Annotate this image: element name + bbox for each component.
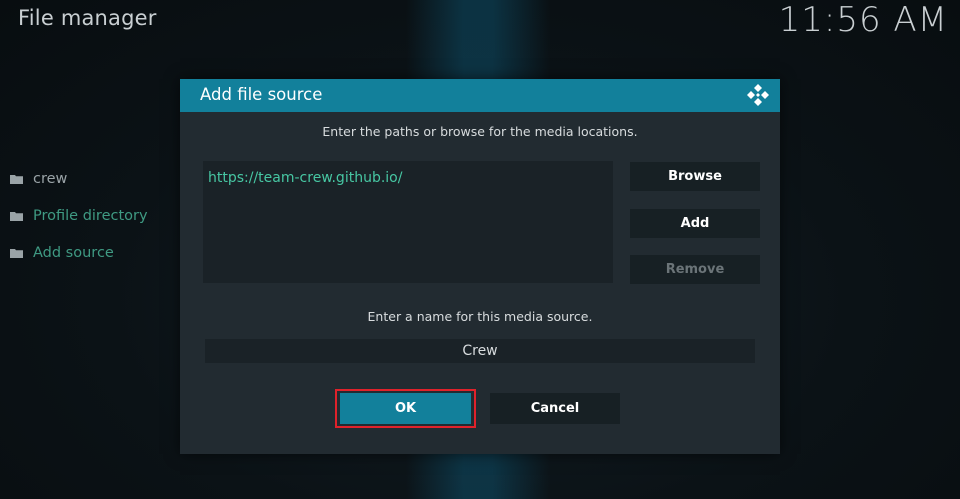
sidebar-item-crew[interactable]: crew [10,160,170,197]
ok-button[interactable]: OK [340,393,471,424]
sidebar-item-add-source[interactable]: Add source [10,234,170,271]
cancel-button[interactable]: Cancel [490,393,620,424]
dialog-title: Add file source [200,85,323,104]
name-instruction: Enter a name for this media source. [367,309,593,324]
add-button[interactable]: Add [630,209,760,238]
clock: 11:56 AM [778,0,948,40]
sidebar-item-profile-directory[interactable]: Profile directory [10,197,170,234]
screen: File manager 11:56 AM crew Profile direc… [0,0,960,499]
remove-button[interactable]: Remove [630,255,760,284]
dialog-header: Add file source [180,79,780,112]
sidebar: crew Profile directory Add source [10,160,170,271]
path-item[interactable]: https://team-crew.github.io/ [208,170,402,186]
path-list[interactable]: https://team-crew.github.io/ [203,161,613,283]
sidebar-item-label: Add source [33,244,114,261]
folder-icon [10,174,23,184]
add-file-source-dialog: Add file source Enter the paths or brows… [180,79,780,454]
browse-button[interactable]: Browse [630,162,760,191]
sidebar-item-label: crew [33,170,68,187]
folder-icon [10,248,23,258]
page-title: File manager [18,6,157,30]
folder-icon [10,211,23,221]
kodi-logo-icon [745,83,771,109]
source-name-input[interactable]: Crew [205,339,755,363]
paths-instruction: Enter the paths or browse for the media … [322,124,638,139]
sidebar-item-label: Profile directory [33,207,148,224]
